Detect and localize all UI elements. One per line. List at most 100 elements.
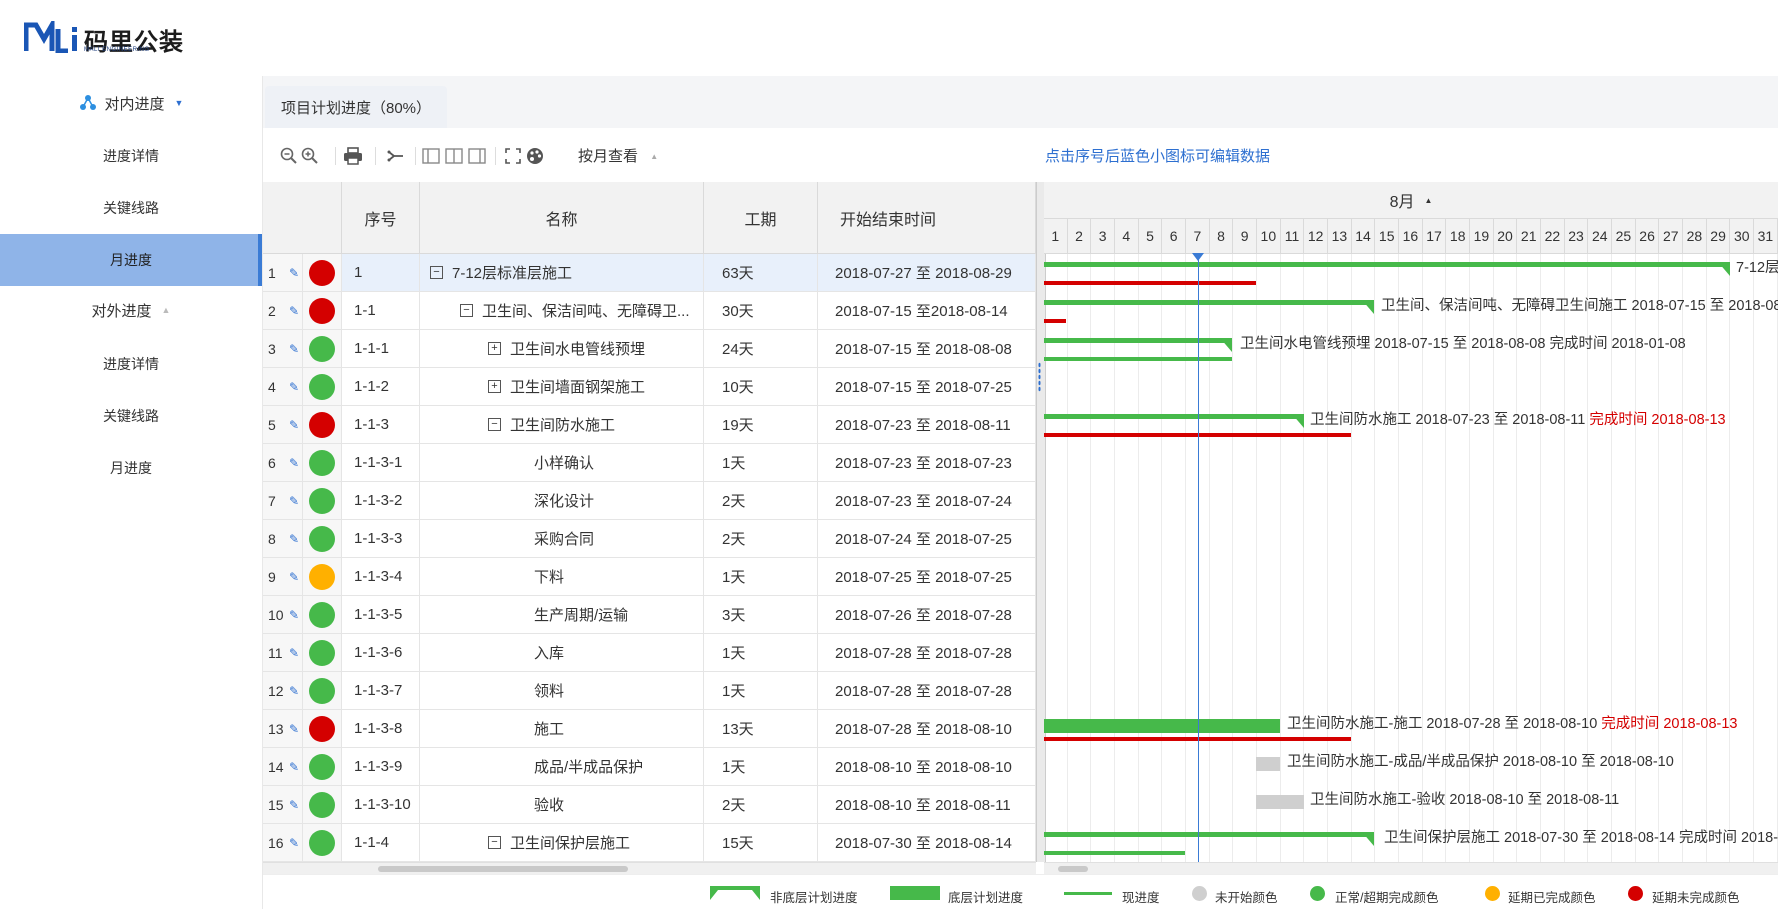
collapse-icon[interactable]: −: [460, 304, 473, 317]
column-header-seq[interactable]: 序号: [342, 182, 420, 254]
sidebar-item-monthly-progress[interactable]: 月进度: [0, 442, 262, 494]
print-icon[interactable]: [343, 146, 363, 166]
tab-project-plan[interactable]: 项目计划进度（80%）: [265, 86, 447, 128]
gantt-actual-bar[interactable]: [1044, 851, 1185, 855]
gantt-plan-bar[interactable]: [1044, 414, 1304, 419]
task-name: 卫生间防水施工: [510, 417, 616, 434]
legend-dot-delayed-done: [1485, 886, 1500, 901]
edit-pencil-icon[interactable]: ✎: [289, 456, 299, 470]
gantt-day-cell: 17: [1422, 219, 1447, 254]
gantt-day-cell: 12: [1304, 219, 1329, 254]
seq-cell: 1-1-3-6: [342, 634, 420, 671]
column-header-duration[interactable]: 工期: [704, 182, 818, 254]
table-row[interactable]: 6 ✎ 1-1-3-1 小样确认 1天 2018-07-23 至 2018-07-23: [263, 444, 1036, 482]
gantt-bar-end-marker: [1362, 832, 1374, 846]
gantt-actual-bar[interactable]: [1044, 357, 1232, 361]
edit-pencil-icon[interactable]: ✎: [289, 494, 299, 508]
collapse-icon[interactable]: −: [430, 266, 443, 279]
seq-cell: 1-1-2: [342, 368, 420, 405]
edit-pencil-icon[interactable]: ✎: [289, 266, 299, 280]
legend-swatch-current: [1064, 892, 1112, 895]
status-dot: [303, 672, 342, 709]
sidebar-group-external[interactable]: 对外进度 ▲: [0, 286, 262, 334]
edit-pencil-icon[interactable]: ✎: [289, 722, 299, 736]
edit-pencil-icon[interactable]: ✎: [289, 380, 299, 394]
table-row[interactable]: 7 ✎ 1-1-3-2 深化设计 2天 2018-07-23 至 2018-07-24: [263, 482, 1036, 520]
edit-pencil-icon[interactable]: ✎: [289, 684, 299, 698]
gantt-label-text: 卫生间、保洁间吨、无障碍卫生间施工 2018-07-15 至 2018-08-1…: [1381, 298, 1778, 314]
duration-cell: 2天: [704, 482, 818, 519]
column-header-name[interactable]: 名称: [420, 182, 704, 254]
table-row[interactable]: 15 ✎ 1-1-3-10 验收 2天 2018-08-10 至 2018-08-11: [263, 786, 1036, 824]
table-row[interactable]: 5 ✎ 1-1-3− 卫生间防水施工 19天 2018-07-23 至 2018-08-1…: [263, 406, 1036, 444]
month-view-select[interactable]: 按月查看 ▲: [578, 145, 658, 166]
row-number-text: 4: [268, 378, 276, 395]
palette-icon[interactable]: [525, 146, 545, 166]
sidebar-group-internal[interactable]: 对内进度 ▼: [0, 79, 262, 127]
gantt-plan-bar[interactable]: [1044, 300, 1374, 305]
duration-cell: 1天: [704, 558, 818, 595]
duration-cell: 2天: [704, 520, 818, 557]
gantt-plan-bar[interactable]: [1044, 338, 1232, 343]
tab-bar: [263, 76, 1778, 128]
table-row[interactable]: 4 ✎ 1-1-2 + 卫生间墙面钢架施工 10天 2018-07-15 至 2018-07…: [263, 368, 1036, 406]
edit-pencil-icon[interactable]: ✎: [289, 304, 299, 318]
gantt-plan-bar[interactable]: [1044, 832, 1374, 837]
table-row[interactable]: 8 ✎ 1-1-3-3 采购合同 2天 2018-07-24 至 2018-07-25: [263, 520, 1036, 558]
gantt-actual-bar[interactable]: [1044, 319, 1066, 323]
sidebar-item-progress-detail[interactable]: 进度详情: [0, 130, 262, 182]
table-row[interactable]: 9 ✎ 1-1-3-4 下料 1天 2018-07-25 至 2018-07-25: [263, 558, 1036, 596]
column-header-dates[interactable]: 开始结束时间: [818, 182, 1036, 254]
task-name: 卫生间水电管线预埋: [510, 341, 646, 358]
grid-scroll-thumb[interactable]: [378, 866, 628, 872]
fullscreen-icon[interactable]: [503, 146, 523, 166]
expand-icon[interactable]: +: [488, 380, 501, 393]
edit-pencil-icon[interactable]: ✎: [289, 342, 299, 356]
table-row[interactable]: 3 ✎ 1-1-1 + 卫生间水电管线预埋 24天 2018-07-15 至 2018-08…: [263, 330, 1036, 368]
edit-pencil-icon[interactable]: ✎: [289, 608, 299, 622]
table-row[interactable]: 16 ✎ 1-1-4− 卫生间保护层施工 15天 2018-07-30 至 2018-08…: [263, 824, 1036, 862]
table-row[interactable]: 12 ✎ 1-1-3-7 领料 1天 2018-07-28 至 2018-07-28: [263, 672, 1036, 710]
collapse-icon[interactable]: −: [488, 836, 501, 849]
sidebar-item-monthly-progress[interactable]: 月进度: [0, 234, 262, 286]
dates-cell: 2018-07-23 至 2018-07-24: [818, 482, 1036, 519]
row-number: 1 ✎: [263, 254, 303, 291]
table-row[interactable]: 1 ✎ 1−7-12层标准层施工 63天 2018-07-27 至 2018-08-29: [263, 254, 1036, 292]
gantt-task-bar[interactable]: [1256, 757, 1280, 771]
edit-pencil-icon[interactable]: ✎: [289, 418, 299, 432]
zoom-in-icon[interactable]: [300, 146, 320, 166]
edit-pencil-icon[interactable]: ✎: [289, 646, 299, 660]
status-dot: [303, 748, 342, 785]
gantt-month-header[interactable]: 8月 ▲: [1044, 182, 1778, 219]
edit-pencil-icon[interactable]: ✎: [289, 760, 299, 774]
sidebar-item-critical-path[interactable]: 关键线路: [0, 390, 262, 442]
sidebar-item-progress-detail[interactable]: 进度详情: [0, 338, 262, 390]
edit-pencil-icon[interactable]: ✎: [289, 570, 299, 584]
table-row[interactable]: 14 ✎ 1-1-3-9 成品/半成品保护 1天 2018-08-10 至 2018-08…: [263, 748, 1036, 786]
sidebar-item-critical-path[interactable]: 关键线路: [0, 182, 262, 234]
table-row[interactable]: 11 ✎ 1-1-3-6 入库 1天 2018-07-28 至 2018-07-28: [263, 634, 1036, 672]
table-row[interactable]: 2 ✎ 1-1− 卫生间、保洁间吨、无障碍卫... 30天 2018-07-15 至201…: [263, 292, 1036, 330]
edit-pencil-icon[interactable]: ✎: [289, 532, 299, 546]
grid-header-blank: [263, 182, 342, 254]
gantt-task-bar[interactable]: [1044, 719, 1280, 733]
edit-pencil-icon[interactable]: ✎: [289, 798, 299, 812]
layout-left-icon[interactable]: [421, 146, 441, 166]
gantt-label-text: 卫生间防水施工-验收 2018-08-10 至 2018-08-11: [1310, 792, 1620, 808]
zoom-out-icon[interactable]: [279, 146, 299, 166]
link-icon[interactable]: [385, 146, 405, 166]
duration-cell: 10天: [704, 368, 818, 405]
expand-icon[interactable]: +: [488, 342, 501, 355]
table-row[interactable]: 13 ✎ 1-1-3-8 施工 13天 2018-07-28 至 2018-08-10: [263, 710, 1036, 748]
gantt-scroll-thumb[interactable]: [1058, 866, 1088, 872]
table-row[interactable]: 10 ✎ 1-1-3-5 生产周期/运输 3天 2018-07-26 至 2018-07-…: [263, 596, 1036, 634]
edit-pencil-icon[interactable]: ✎: [289, 836, 299, 850]
gantt-plan-bar[interactable]: [1044, 262, 1730, 267]
gantt-actual-bar[interactable]: [1044, 281, 1256, 285]
row-number: 7 ✎: [263, 482, 303, 519]
collapse-icon[interactable]: −: [488, 418, 501, 431]
layout-right-icon[interactable]: [467, 146, 487, 166]
gantt-task-bar[interactable]: [1256, 795, 1304, 809]
seq-cell: 1: [342, 254, 420, 291]
layout-split-icon[interactable]: [444, 146, 464, 166]
